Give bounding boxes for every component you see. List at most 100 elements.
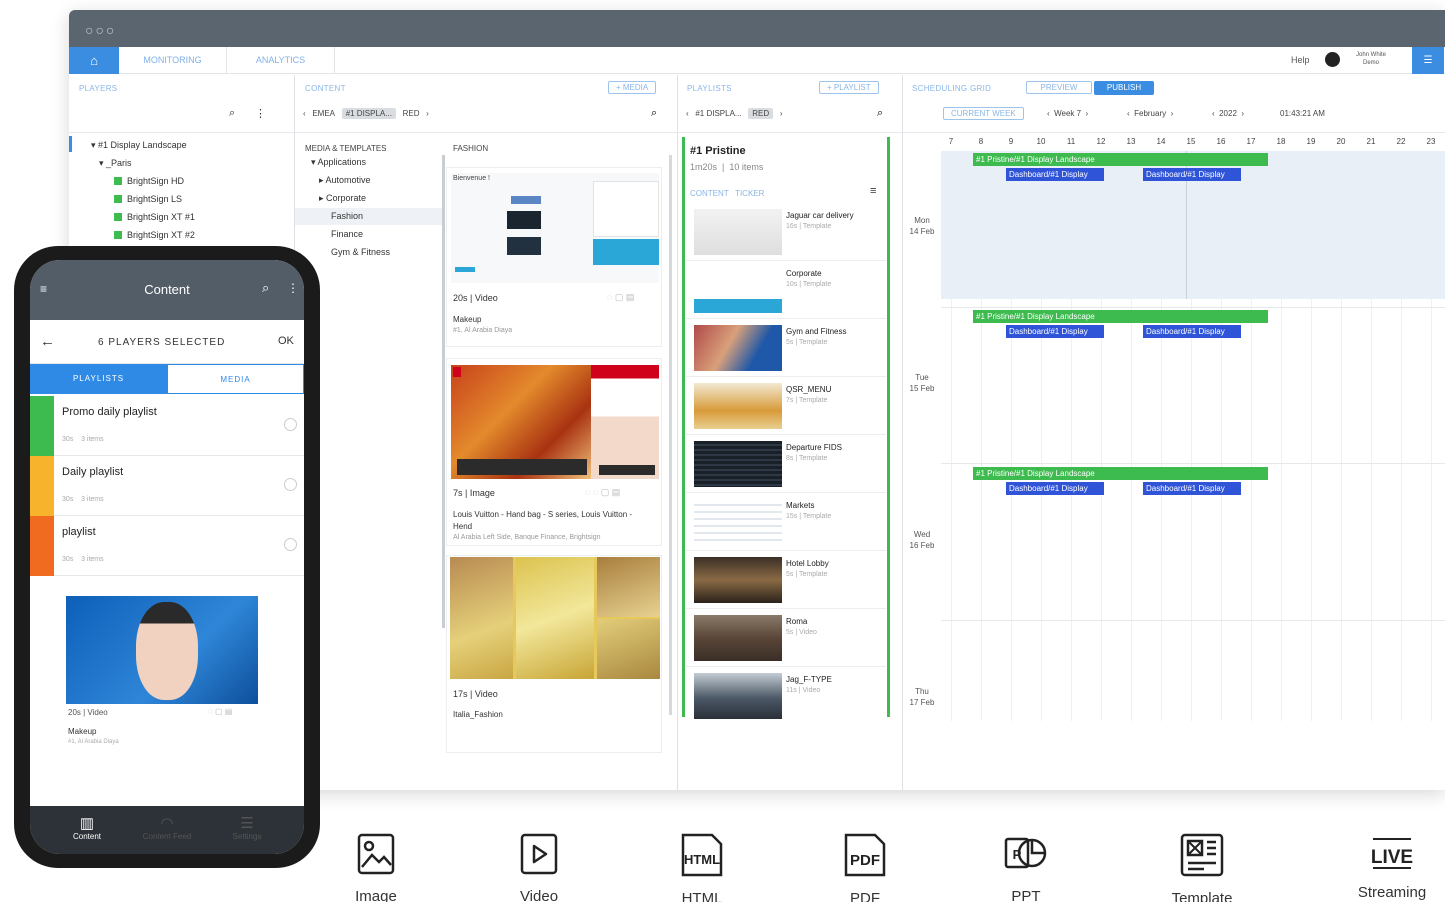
ppt-icon: P <box>1004 837 1047 869</box>
html-icon: HTML <box>681 833 723 877</box>
back-icon[interactable]: ‹ <box>303 109 306 118</box>
user-avatar-icon[interactable] <box>1325 52 1340 67</box>
playlist-item[interactable]: Jaguar car delivery 16s | Template <box>686 203 886 261</box>
playlist-item[interactable]: Markets 15s | Template <box>686 493 886 551</box>
schedule-event[interactable]: Dashboard/#1 Display <box>1143 325 1241 338</box>
media-title: Italia_Fashion <box>453 710 503 719</box>
schedule-event[interactable]: #1 Pristine/#1 Display Landscape <box>973 310 1268 323</box>
forward-icon[interactable]: › <box>426 109 429 118</box>
media-card[interactable]: 7s | Image ◌ ◌ ▢ ▤ Louis Vuitton - Hand … <box>446 358 662 546</box>
schedule-event[interactable]: #1 Pristine/#1 Display Landscape <box>973 153 1268 166</box>
search-icon[interactable]: ⌕ <box>877 107 883 120</box>
more-icon[interactable]: ⋮ <box>255 107 266 120</box>
tree-item-player[interactable]: BrightSign LS <box>114 194 182 204</box>
playlist-item[interactable]: Jag_F-TYPE 11s | Video <box>686 667 886 725</box>
add-media-button[interactable]: + MEDIA <box>608 81 657 94</box>
year-selector[interactable]: ‹ 2022 › <box>1212 109 1244 118</box>
playlist-item[interactable]: QSR_MENU 7s | Template <box>686 377 886 435</box>
schedule-event[interactable]: Dashboard/#1 Display <box>1143 482 1241 495</box>
ok-button[interactable]: OK <box>278 335 294 347</box>
media-meta: 17s | Video <box>453 689 498 699</box>
item-thumbnail <box>694 557 782 603</box>
playlist-item[interactable]: Roma 5s | Video <box>686 609 886 667</box>
category-corporate[interactable]: ▸ Corporate <box>319 193 366 204</box>
select-radio[interactable] <box>284 478 297 491</box>
category-automotive[interactable]: ▸ Automotive <box>319 175 371 186</box>
category-finance[interactable]: Finance <box>331 229 363 239</box>
category-fashion[interactable]: Fashion <box>331 211 363 221</box>
tree-item-display-landscape[interactable]: ▾ #1 Display Landscape <box>91 140 187 151</box>
playlist-edit-icon[interactable]: ≡ <box>870 185 876 197</box>
tree-item-player[interactable]: BrightSign XT #2 <box>114 230 195 240</box>
crumb[interactable]: EMEA <box>312 109 335 118</box>
nav-content-feed[interactable]: ◠ Content Feed <box>130 814 204 841</box>
schedule-event[interactable]: Dashboard/#1 Display <box>1006 325 1104 338</box>
hour-label: 10 <box>1036 137 1046 146</box>
forward-icon[interactable]: › <box>780 109 783 118</box>
card-actions-icon[interactable]: ◌ ◌ ▢ ▤ <box>585 487 620 498</box>
tab-analytics[interactable]: ANALYTICS <box>227 47 335 74</box>
crumb[interactable]: #1 DISPLA... <box>695 109 741 118</box>
tab-monitoring[interactable]: MONITORING <box>119 47 227 74</box>
search-icon[interactable]: ⌕ <box>229 107 235 120</box>
cards-scrollbar[interactable] <box>669 155 672 715</box>
back-icon[interactable]: ‹ <box>686 109 689 118</box>
crumb[interactable]: #1 DISPLA... <box>341 108 396 119</box>
format-streaming: LIVE Streaming <box>1342 833 1442 901</box>
phone-playlist-item[interactable]: Daily playlist 30s 3 items <box>30 456 304 516</box>
help-link[interactable]: Help <box>1291 55 1310 65</box>
tab-media[interactable]: MEDIA <box>167 364 304 394</box>
tree-item-paris[interactable]: ▾ _Paris <box>99 158 132 169</box>
search-icon[interactable]: ⌕ <box>651 107 657 120</box>
media-thumbnail <box>451 365 659 479</box>
crumb[interactable]: RED <box>403 109 420 118</box>
add-playlist-button[interactable]: + PLAYLIST <box>819 81 879 94</box>
nav-settings[interactable]: ☰ Settings <box>210 814 284 841</box>
item-title: Gym and Fitness <box>786 327 847 336</box>
search-icon[interactable]: ⌕ <box>262 280 269 296</box>
tab-playlists[interactable]: PLAYLISTS <box>30 364 167 394</box>
item-meta: 5s | Template <box>786 571 828 578</box>
category-applications[interactable]: ▾ Applications <box>311 157 366 168</box>
home-button[interactable]: ⌂ <box>69 47 119 74</box>
select-radio[interactable] <box>284 538 297 551</box>
hour-label: 13 <box>1126 137 1136 146</box>
week-selector[interactable]: ‹ Week 7 › <box>1047 109 1088 118</box>
media-card[interactable]: 17s | Video Italia_Fashion <box>446 555 662 753</box>
tree-item-player[interactable]: BrightSign HD <box>114 176 184 186</box>
hour-label: 18 <box>1276 137 1286 146</box>
schedule-event[interactable]: Dashboard/#1 Display <box>1006 168 1104 181</box>
schedule-event[interactable]: #1 Pristine/#1 Display Landscape <box>973 467 1268 480</box>
media-thumbnail[interactable] <box>66 596 258 704</box>
playlist-item[interactable]: Corporate 10s | Template <box>686 261 886 319</box>
category-gym-fitness[interactable]: Gym & Fitness <box>331 247 390 257</box>
schedule-event[interactable]: Dashboard/#1 Display <box>1006 482 1104 495</box>
media-title: Makeup <box>453 315 482 324</box>
menu-button[interactable]: ☰ <box>1412 47 1444 74</box>
tree-item-player[interactable]: BrightSign XT #1 <box>114 212 195 222</box>
nav-content[interactable]: ▥ Content <box>50 814 124 841</box>
hour-label: 16 <box>1216 137 1226 146</box>
select-radio[interactable] <box>284 418 297 431</box>
media-card[interactable]: Bienvenue ! 20s | Video ◌ ▢ ▤ Makeup #1,… <box>446 167 662 347</box>
phone-playlist-item[interactable]: playlist 30s 3 items <box>30 516 304 576</box>
current-week-button[interactable]: CURRENT WEEK <box>943 107 1024 120</box>
category-scrollbar[interactable] <box>442 155 445 628</box>
card-actions-icon[interactable]: ◌ ▢ ▤ <box>208 707 232 716</box>
phone-playlist-item[interactable]: Promo daily playlist 30s 3 items <box>30 396 304 456</box>
publish-button[interactable]: PUBLISH <box>1094 81 1154 95</box>
playlist-item[interactable]: Hotel Lobby 5s | Template <box>686 551 886 609</box>
playlist-item[interactable]: Gym and Fitness 5s | Template <box>686 319 886 377</box>
preview-button[interactable]: PREVIEW <box>1026 81 1092 94</box>
crumb[interactable]: RED <box>748 108 774 119</box>
schedule-event[interactable]: Dashboard/#1 Display <box>1143 168 1241 181</box>
live-icon: LIVE <box>1371 838 1413 869</box>
month-selector[interactable]: ‹ February › <box>1127 109 1173 118</box>
window-controls[interactable]: ○○○ <box>85 22 116 38</box>
card-actions-icon[interactable]: ◌ ▢ ▤ <box>607 292 634 303</box>
active-playlist-title[interactable]: #1 Pristine <box>690 145 746 157</box>
playlist-item[interactable]: Departure FIDS 8s | Template <box>686 435 886 493</box>
media-title: Makeup <box>68 727 97 736</box>
back-arrow-icon[interactable]: ← <box>40 333 55 350</box>
more-icon[interactable]: ⋮ <box>287 281 299 295</box>
